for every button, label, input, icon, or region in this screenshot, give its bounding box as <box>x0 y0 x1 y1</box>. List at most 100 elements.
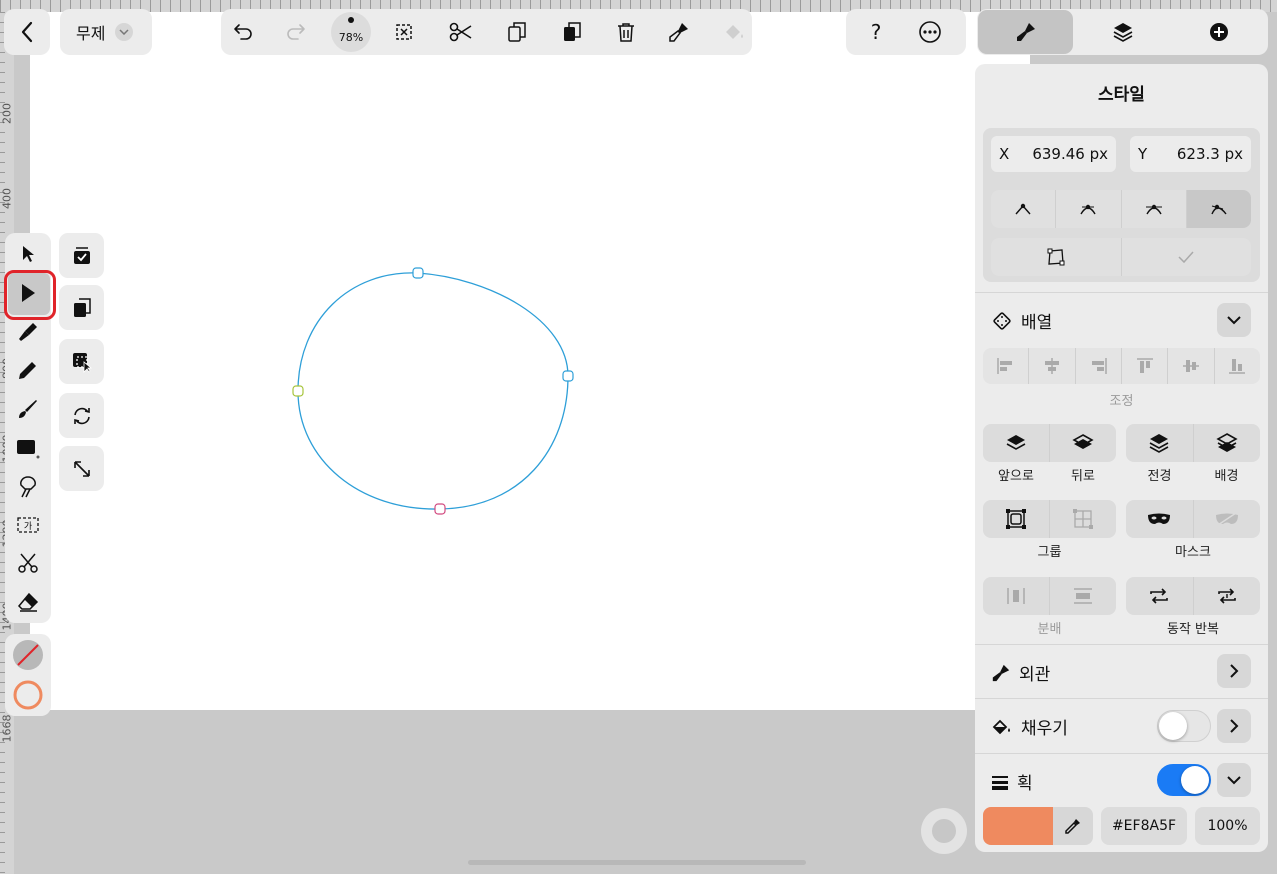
stroke-toggle[interactable] <box>1157 764 1211 796</box>
bring-to-front-label: 전경 <box>1147 469 1172 484</box>
symmetric-node-button[interactable] <box>1122 190 1187 228</box>
scissors-tool[interactable] <box>5 544 51 582</box>
fill-section-header[interactable]: 채우기 <box>991 714 1068 739</box>
appearance-section-header[interactable]: 외관 <box>991 660 1050 685</box>
bring-to-front-button[interactable] <box>1126 424 1194 462</box>
duplicate-button[interactable] <box>59 285 104 330</box>
resize-button[interactable] <box>59 446 104 491</box>
copy-button[interactable] <box>497 12 537 52</box>
more-button[interactable] <box>910 12 950 52</box>
direct-select-tool[interactable] <box>5 274 51 312</box>
fill-bucket-button[interactable] <box>714 12 754 52</box>
zoom-level-button[interactable]: 78% <box>331 12 371 52</box>
mask-icon <box>1148 513 1171 524</box>
x-coordinate-field[interactable]: X 639.46 px <box>991 136 1116 172</box>
arrange-section-header[interactable]: 배열 <box>991 308 1052 333</box>
zoom-level: 78% <box>338 31 364 44</box>
chevron-right-icon <box>1230 719 1239 733</box>
unmask-button[interactable] <box>1194 500 1261 538</box>
rotate-button[interactable] <box>59 393 104 438</box>
send-to-back-button[interactable] <box>1194 424 1261 462</box>
deselect-button[interactable] <box>384 12 424 52</box>
eraser-tool[interactable] <box>5 583 51 621</box>
distribute-label: 분배 <box>1037 622 1062 637</box>
arrange-collapse-button[interactable] <box>1217 303 1251 337</box>
stroke-color-swatch[interactable] <box>983 807 1053 845</box>
anchor-point-right[interactable] <box>562 370 574 382</box>
align-top-button[interactable] <box>1122 348 1169 384</box>
align-bottom-button[interactable] <box>1215 348 1260 384</box>
close-path-button[interactable] <box>991 238 1122 276</box>
shape-tool[interactable] <box>5 429 51 467</box>
back-button[interactable] <box>4 9 50 55</box>
asymmetric-node-button[interactable] <box>1186 190 1251 228</box>
chevron-down-icon <box>1227 776 1241 785</box>
stroke-color-well[interactable] <box>12 679 44 711</box>
paint-bucket-icon <box>992 719 1010 734</box>
anchor-point-top[interactable] <box>412 267 424 279</box>
stroke-collapse-button[interactable] <box>1217 763 1251 797</box>
align-left-button[interactable] <box>983 348 1030 384</box>
send-backward-button[interactable] <box>1050 424 1116 462</box>
confirm-button[interactable] <box>1122 238 1252 276</box>
tab-style[interactable] <box>978 10 1073 54</box>
anchor-point-bottom[interactable] <box>434 503 446 515</box>
cut-button[interactable] <box>441 12 481 52</box>
panel-title: 스타일 <box>1098 85 1145 105</box>
panel-tabs <box>977 9 1268 55</box>
y-coordinate-field[interactable]: Y 623.3 px <box>1130 136 1251 172</box>
fill-tool[interactable] <box>5 468 51 506</box>
undo-button[interactable] <box>223 12 263 52</box>
anchor-point-left[interactable] <box>292 385 304 397</box>
help-button[interactable]: ? <box>856 12 896 52</box>
bring-forward-button[interactable] <box>983 424 1050 462</box>
transform-select-button[interactable] <box>59 339 104 384</box>
floating-action-button[interactable] <box>921 808 967 854</box>
stroke-hex-value: #EF8A5F <box>1111 818 1177 834</box>
ungroup-button[interactable] <box>1050 500 1116 538</box>
brush-tool[interactable] <box>5 390 51 428</box>
stroke-hex-field[interactable]: #EF8A5F <box>1101 807 1187 845</box>
stroke-ring-icon <box>13 680 43 710</box>
smooth-node-button[interactable] <box>1056 190 1122 228</box>
stroke-section-header[interactable]: 획 <box>991 769 1033 794</box>
select-all-button[interactable] <box>59 233 104 278</box>
resize-arrows-icon <box>73 460 90 477</box>
align-center-icon <box>1044 358 1059 374</box>
redo-button[interactable] <box>276 12 316 52</box>
fill-color-none[interactable] <box>12 639 44 671</box>
distribute-v-button[interactable] <box>1050 577 1116 615</box>
brush-icon <box>992 664 1010 681</box>
style-brush-button[interactable] <box>659 12 699 52</box>
distribute-h-button[interactable] <box>983 577 1050 615</box>
align-middle-v-button[interactable] <box>1168 348 1215 384</box>
order-segment-2 <box>1126 424 1260 462</box>
group-button[interactable] <box>983 500 1050 538</box>
distribute-horizontal-icon <box>1007 588 1025 604</box>
paste-button[interactable] <box>552 12 592 52</box>
pencil-tool[interactable] <box>5 351 51 389</box>
align-right-button[interactable] <box>1076 348 1122 384</box>
align-center-h-button[interactable] <box>1029 348 1076 384</box>
repeat-icon <box>1150 588 1169 604</box>
mask-button[interactable] <box>1126 500 1194 538</box>
pen-tool[interactable] <box>5 313 51 351</box>
corner-node-button[interactable] <box>991 190 1057 228</box>
fill-expand-button[interactable] <box>1217 709 1251 743</box>
text-tool[interactable]: 가 <box>5 506 51 544</box>
repeat-button[interactable] <box>1126 577 1194 615</box>
document-name-menu[interactable]: 무제 <box>60 9 152 55</box>
path-points-icon <box>1047 248 1065 266</box>
select-tool[interactable] <box>5 235 51 273</box>
repeat-step-button[interactable] <box>1194 577 1261 615</box>
asymmetric-node-icon <box>1211 204 1227 215</box>
delete-button[interactable] <box>606 12 646 52</box>
repeat-segment <box>1126 577 1260 615</box>
help-toolbar: ? <box>846 9 966 55</box>
tab-add[interactable] <box>1171 10 1266 54</box>
tab-layers[interactable] <box>1075 10 1170 54</box>
eyedropper-button[interactable] <box>1053 807 1093 845</box>
stroke-opacity-field[interactable]: 100% <box>1195 807 1260 845</box>
appearance-expand-button[interactable] <box>1217 654 1251 688</box>
fill-toggle[interactable] <box>1157 710 1211 742</box>
